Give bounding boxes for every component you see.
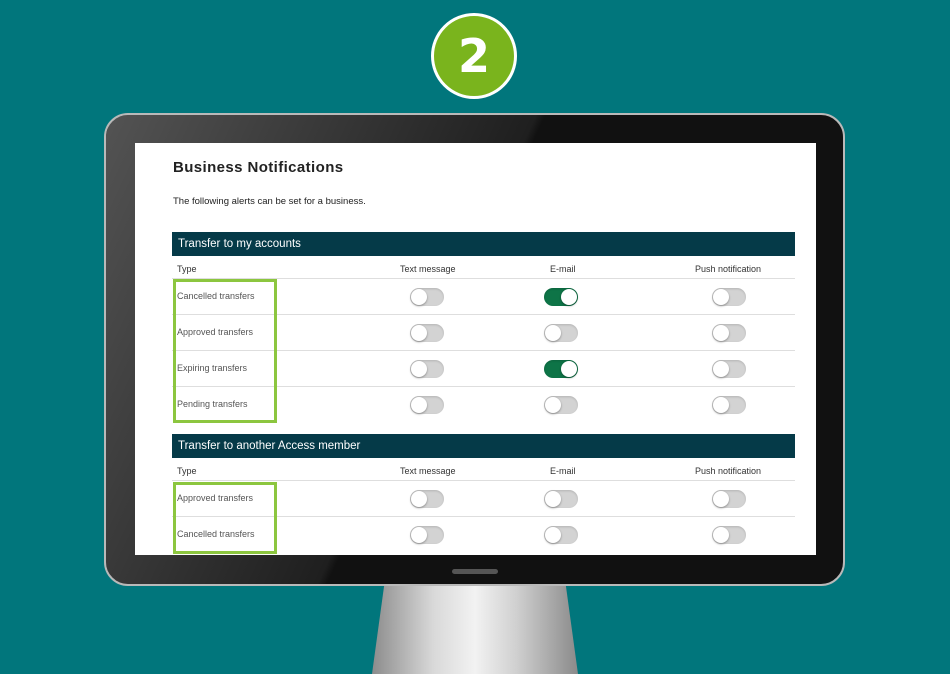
email-toggle[interactable]: [544, 360, 578, 378]
column-headers: Type Text message E-mail Push notificati…: [172, 256, 795, 279]
column-text-message: Text message: [400, 466, 456, 476]
text-message-toggle[interactable]: [410, 324, 444, 342]
column-push-notification: Push notification: [695, 466, 762, 476]
email-toggle[interactable]: [544, 490, 578, 508]
row-type-label: Cancelled transfers: [177, 291, 255, 301]
table-row: Approved transfers: [172, 315, 795, 351]
push-notification-toggle[interactable]: [712, 526, 746, 544]
column-text-message: Text message: [400, 264, 456, 274]
row-type-label: Cancelled transfers: [177, 529, 255, 539]
email-toggle[interactable]: [544, 288, 578, 306]
column-type: Type: [177, 466, 197, 476]
push-notification-toggle[interactable]: [712, 288, 746, 306]
column-type: Type: [177, 264, 197, 274]
text-message-toggle[interactable]: [410, 396, 444, 414]
text-message-toggle[interactable]: [410, 490, 444, 508]
monitor-logo-slot: [452, 569, 498, 574]
column-email: E-mail: [550, 264, 576, 274]
email-toggle[interactable]: [544, 526, 578, 544]
screen: Business Notifications The following ale…: [135, 143, 816, 555]
monitor-stand: [372, 584, 578, 674]
text-message-toggle[interactable]: [410, 526, 444, 544]
table-row: Cancelled transfers: [172, 279, 795, 315]
step-number-badge: 2: [431, 13, 517, 99]
row-type-label: Approved transfers: [177, 327, 254, 337]
email-toggle[interactable]: [544, 396, 578, 414]
row-type-label: Expiring transfers: [177, 363, 248, 373]
notification-rows: Cancelled transfers Approved transfers Exp…: [172, 279, 795, 422]
table-row: Pending transfers: [172, 387, 795, 422]
section-transfer-to-another-member: Transfer to another Access member Type T…: [172, 434, 795, 552]
table-row: Cancelled transfers: [172, 517, 795, 552]
table-row: Expiring transfers: [172, 351, 795, 387]
section-header: Transfer to my accounts: [172, 232, 795, 256]
notification-rows: Approved transfers Cancelled transfers: [172, 481, 795, 552]
column-headers: Type Text message E-mail Push notificati…: [172, 458, 795, 481]
push-notification-toggle[interactable]: [712, 324, 746, 342]
text-message-toggle[interactable]: [410, 288, 444, 306]
section-header: Transfer to another Access member: [172, 434, 795, 458]
table-row: Approved transfers: [172, 481, 795, 517]
column-email: E-mail: [550, 466, 576, 476]
push-notification-toggle[interactable]: [712, 396, 746, 414]
text-message-toggle[interactable]: [410, 360, 444, 378]
email-toggle[interactable]: [544, 324, 578, 342]
page-title: Business Notifications: [173, 159, 344, 176]
push-notification-toggle[interactable]: [712, 360, 746, 378]
page-description: The following alerts can be set for a bu…: [173, 196, 366, 207]
column-push-notification: Push notification: [695, 264, 762, 274]
row-type-label: Approved transfers: [177, 493, 254, 503]
push-notification-toggle[interactable]: [712, 490, 746, 508]
monitor-frame: Business Notifications The following ale…: [104, 113, 845, 586]
section-transfer-to-my-accounts: Transfer to my accounts Type Text messag…: [172, 232, 795, 422]
row-type-label: Pending transfers: [177, 399, 248, 409]
